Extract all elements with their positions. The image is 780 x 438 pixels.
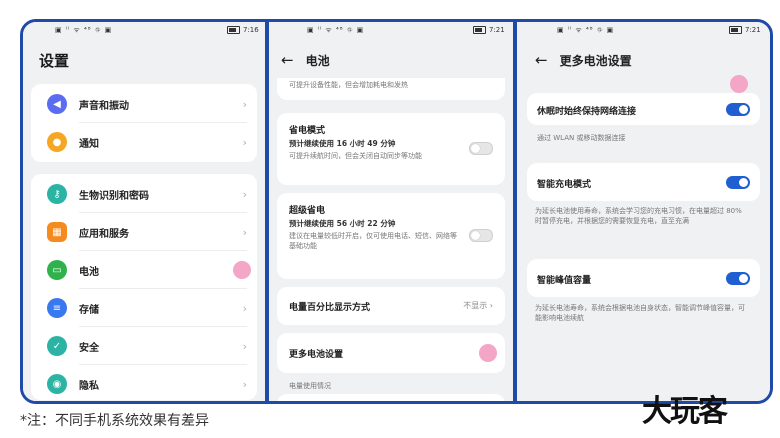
settings-item-biometrics[interactable]: ⚷ 生物识别和密码 ›: [31, 175, 257, 213]
percent-display-label: 电量百分比显示方式: [289, 303, 371, 313]
settings-item-label: 应用和服务: [79, 228, 129, 240]
page-header: ← 更多电池设置: [535, 51, 632, 69]
usage-card: [277, 394, 505, 401]
storage-icon: ≡: [47, 298, 67, 318]
ultra-save-desc: 建议在电量较低时开启，仅可使用电话、短信、网络等基础功能: [289, 232, 457, 250]
power-save-card[interactable]: 省电模式 预计继续使用 16 小时 49 分钟 可提升续航时间，但会关闭自动同步…: [277, 113, 505, 185]
settings-item-sound[interactable]: ◀ 声音和振动 ›: [31, 85, 257, 123]
chevron-right-icon: ›: [489, 301, 493, 310]
chevron-right-icon: ›: [242, 225, 247, 239]
page-title: 电池: [305, 53, 330, 68]
keep-network-row[interactable]: 休眠时始终保持网络连接: [527, 93, 760, 125]
settings-item-apps[interactable]: ▦ 应用和服务 ›: [31, 213, 257, 251]
peak-capacity-label: 智能峰值容量: [537, 276, 592, 286]
speaker-icon: ◀: [47, 94, 67, 114]
smart-charge-label: 智能充电模式: [537, 180, 592, 190]
status-bar: ▣ ˡˡ ᯤ ⁴⁸ ⛗ ▣ 7:21: [517, 26, 770, 40]
back-arrow-icon[interactable]: ←: [281, 51, 294, 69]
settings-item-label: 安全: [79, 342, 99, 354]
bell-icon: ●: [47, 132, 67, 152]
power-save-estimate: 预计继续使用 16 小时 49 分钟: [289, 139, 396, 148]
chevron-right-icon: ›: [242, 187, 247, 201]
keep-network-toggle[interactable]: [726, 103, 750, 116]
power-save-title: 省电模式: [289, 126, 326, 136]
privacy-icon: ◉: [47, 374, 67, 394]
more-battery-settings-row[interactable]: 更多电池设置: [277, 333, 505, 373]
tap-indicator-marker: [479, 344, 497, 362]
settings-panel: ▣ ˡˡ ᯤ ⁴⁸ ⛗ ▣ 7:16 设置 ◀ 声音和振动 › ● 通知 › ⚷: [23, 22, 265, 401]
ultra-save-title: 超级省电: [289, 206, 326, 216]
settings-item-storage[interactable]: ≡ 存储 ›: [31, 289, 257, 327]
settings-item-security[interactable]: ✓ 安全 ›: [31, 327, 257, 365]
brand-logo: 大玩客: [642, 394, 728, 429]
battery-status: 7:16: [227, 26, 259, 34]
chevron-right-icon: ›: [242, 97, 247, 111]
tap-indicator-marker: [730, 75, 748, 93]
percent-display-value-text: 不显示: [463, 301, 488, 310]
status-time: 7:16: [243, 26, 259, 34]
chevron-right-icon: ›: [242, 135, 247, 149]
settings-group-1: ◀ 声音和振动 › ● 通知 ›: [31, 84, 257, 162]
apps-icon: ▦: [47, 222, 67, 242]
settings-item-label: 隐私: [79, 380, 99, 392]
ultra-save-card[interactable]: 超级省电 预计继续使用 56 小时 22 分钟 建议在电量较低时开启，仅可使用电…: [277, 193, 505, 279]
ultra-save-estimate: 预计继续使用 56 小时 22 分钟: [289, 219, 396, 228]
ultra-save-toggle[interactable]: [469, 229, 493, 242]
chevron-right-icon: ›: [242, 377, 247, 391]
battery-panel: ▣ ˡˡ ᯤ ⁴⁸ ⛗ ▣ 7:21 ← 电池 可提升设备性能，但会增加耗电和发…: [269, 22, 513, 401]
status-bar: ▣ ˡˡ ᯤ ⁴⁸ ⛗ ▣ 7:16: [23, 26, 265, 40]
settings-item-label: 生物识别和密码: [79, 190, 149, 202]
battery-indicator-icon: [729, 26, 742, 34]
tap-indicator-marker: [233, 261, 251, 279]
settings-item-label: 电池: [79, 266, 99, 278]
shield-icon: ✓: [47, 336, 67, 356]
page-title: 设置: [39, 52, 70, 70]
battery-status: 7:21: [473, 26, 505, 34]
status-icons: ▣ ˡˡ ᯤ ⁴⁸ ⛗ ▣: [557, 26, 615, 34]
settings-item-label: 存储: [79, 304, 99, 316]
battery-icon: ▭: [47, 260, 67, 280]
chevron-right-icon: ›: [242, 301, 247, 315]
more-battery-settings-label: 更多电池设置: [289, 350, 344, 360]
chevron-right-icon: ›: [242, 339, 247, 353]
percent-display-value: 不显示 ›: [463, 300, 493, 311]
smart-charge-row[interactable]: 智能充电模式: [527, 163, 760, 201]
percent-display-row[interactable]: 电量百分比显示方式 不显示 ›: [277, 287, 505, 325]
settings-item-label: 声音和振动: [79, 100, 129, 112]
battery-indicator-icon: [227, 26, 240, 34]
settings-item-battery[interactable]: ▭ 电池: [31, 251, 257, 289]
peak-capacity-row[interactable]: 智能峰值容量: [527, 259, 760, 297]
peak-capacity-toggle[interactable]: [726, 272, 750, 285]
settings-item-notification[interactable]: ● 通知 ›: [31, 123, 257, 161]
status-time: 7:21: [489, 26, 505, 34]
battery-status: 7:21: [729, 26, 761, 34]
peak-capacity-desc: 为延长电池寿命，系统会根据电池自身状态，智能调节峰值容量，可能影响电池续航: [535, 304, 745, 322]
performance-desc: 可提升设备性能，但会增加耗电和发热: [289, 81, 408, 89]
power-save-desc: 可提升续航时间，但会关闭自动同步等功能: [289, 152, 422, 160]
status-bar: ▣ ˡˡ ᯤ ⁴⁸ ⛗ ▣ 7:21: [269, 26, 513, 40]
keep-network-desc: 通过 WLAN 或移动数据连接: [537, 134, 626, 142]
power-save-toggle[interactable]: [469, 142, 493, 155]
status-time: 7:21: [745, 26, 761, 34]
usage-section-label: 电量使用情况: [289, 382, 331, 390]
status-icons: ▣ ˡˡ ᯤ ⁴⁸ ⛗ ▣: [55, 26, 113, 34]
settings-item-label: 通知: [79, 138, 99, 150]
back-arrow-icon[interactable]: ←: [535, 51, 548, 69]
battery-indicator-icon: [473, 26, 486, 34]
key-icon: ⚷: [47, 184, 67, 204]
more-battery-settings-panel: ▣ ˡˡ ᯤ ⁴⁸ ⛗ ▣ 7:21 ← 更多电池设置 休眠时始终保持网络连接 …: [517, 22, 770, 401]
performance-card: 可提升设备性能，但会增加耗电和发热: [277, 78, 505, 100]
page-header: ← 电池: [281, 51, 330, 69]
page-title: 更多电池设置: [559, 53, 632, 68]
footnote: *注：不同手机系统效果有差异: [20, 413, 209, 429]
screenshot-frame: ▣ ˡˡ ᯤ ⁴⁸ ⛗ ▣ 7:16 设置 ◀ 声音和振动 › ● 通知 › ⚷: [20, 19, 773, 404]
settings-group-2: ⚷ 生物识别和密码 › ▦ 应用和服务 › ▭ 电池 ≡ 存储 › ✓ 安全 ›…: [31, 174, 257, 400]
status-icons: ▣ ˡˡ ᯤ ⁴⁸ ⛗ ▣: [307, 26, 365, 34]
smart-charge-desc: 为延长电池使用寿命，系统会学习您的充电习惯，在电量超过 80% 时暂停充电，并根…: [535, 207, 742, 225]
keep-network-label: 休眠时始终保持网络连接: [537, 107, 637, 117]
settings-item-privacy[interactable]: ◉ 隐私 ›: [31, 365, 257, 401]
smart-charge-toggle[interactable]: [726, 176, 750, 189]
